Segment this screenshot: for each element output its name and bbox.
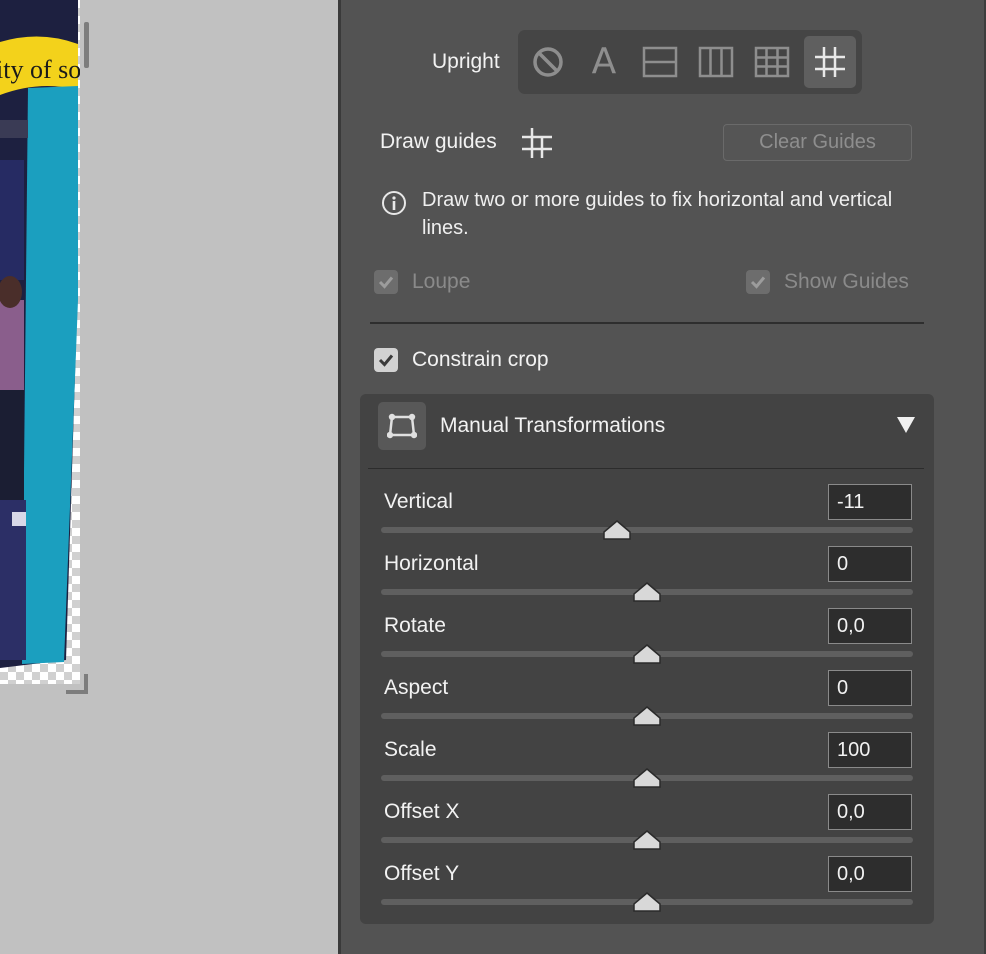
- upright-auto-button[interactable]: A: [578, 36, 630, 88]
- upright-vertical-button[interactable]: [690, 36, 742, 88]
- slider-label: Horizontal: [384, 552, 479, 575]
- upright-level-button[interactable]: [634, 36, 686, 88]
- draw-guides-label: Draw guides: [380, 130, 497, 153]
- divider: [370, 322, 924, 324]
- constrain-crop-checkbox[interactable]: [374, 348, 398, 372]
- show-guides-label: Show Guides: [784, 270, 909, 293]
- level-icon: [642, 46, 678, 78]
- slider-label: Rotate: [384, 614, 446, 637]
- upright-full-button[interactable]: [746, 36, 798, 88]
- slider-thumb[interactable]: [633, 892, 661, 912]
- prohibited-icon: [533, 47, 563, 77]
- info-icon: [381, 190, 407, 221]
- section-divider: [368, 468, 924, 469]
- slider-value-field[interactable]: 0: [828, 670, 912, 706]
- triangle-down-icon: [897, 417, 915, 433]
- guides-icon: [815, 47, 845, 77]
- checkmark-icon: [750, 276, 766, 289]
- transform-icon: [378, 402, 426, 450]
- slider-value-field[interactable]: 0,0: [828, 794, 912, 830]
- show-guides-checkbox[interactable]: [746, 270, 770, 294]
- slider-thumb[interactable]: [633, 830, 661, 850]
- slider-value-field[interactable]: -11: [828, 484, 912, 520]
- slider-value-field[interactable]: 0,0: [828, 608, 912, 644]
- slider-value-field[interactable]: 0,0: [828, 856, 912, 892]
- vertical-icon: [698, 46, 734, 78]
- photo-preview[interactable]: ity of sol: [0, 0, 80, 684]
- photo-sign-text: ity of sol: [0, 55, 80, 84]
- slider-value-field[interactable]: 0: [828, 546, 912, 582]
- photo-image: ity of sol: [0, 0, 80, 684]
- info-text: Draw two or more guides to fix horizonta…: [422, 189, 893, 239]
- slider-value-field[interactable]: 100: [828, 732, 912, 768]
- slider-thumb[interactable]: [633, 706, 661, 726]
- grid-icon: [754, 46, 790, 78]
- collapse-toggle[interactable]: [896, 416, 916, 439]
- loupe-checkbox[interactable]: [374, 270, 398, 294]
- clear-guides-button[interactable]: Clear Guides: [723, 124, 912, 161]
- upright-button-group: A: [518, 30, 862, 94]
- slider-track[interactable]: [381, 527, 913, 533]
- slider-thumb[interactable]: [602, 520, 631, 540]
- upright-guided-button[interactable]: [804, 36, 856, 88]
- manual-transformations-title: Manual Transformations: [440, 414, 666, 437]
- draw-guides-tool[interactable]: [520, 126, 554, 165]
- photo-canvas[interactable]: ity of sol: [0, 0, 338, 954]
- guides-tool-icon: [522, 128, 552, 158]
- upright-off-button[interactable]: [522, 36, 574, 88]
- slider-label: Vertical: [384, 490, 453, 513]
- slider-label: Offset X: [384, 800, 460, 823]
- slider-thumb[interactable]: [633, 644, 661, 664]
- crop-handle-corner[interactable]: [66, 674, 88, 694]
- loupe-label: Loupe: [412, 270, 471, 293]
- checkmark-icon: [378, 276, 394, 289]
- slider-thumb[interactable]: [633, 582, 661, 602]
- slider-label: Offset Y: [384, 862, 460, 885]
- crop-handle-top[interactable]: [84, 22, 89, 68]
- checkmark-icon: [378, 354, 394, 367]
- upright-label: Upright: [432, 50, 500, 73]
- slider-label: Scale: [384, 738, 437, 761]
- slider-label: Aspect: [384, 676, 449, 699]
- constrain-crop-label: Constrain crop: [412, 348, 549, 371]
- letter-a-icon: A: [591, 41, 617, 82]
- slider-thumb[interactable]: [633, 768, 661, 788]
